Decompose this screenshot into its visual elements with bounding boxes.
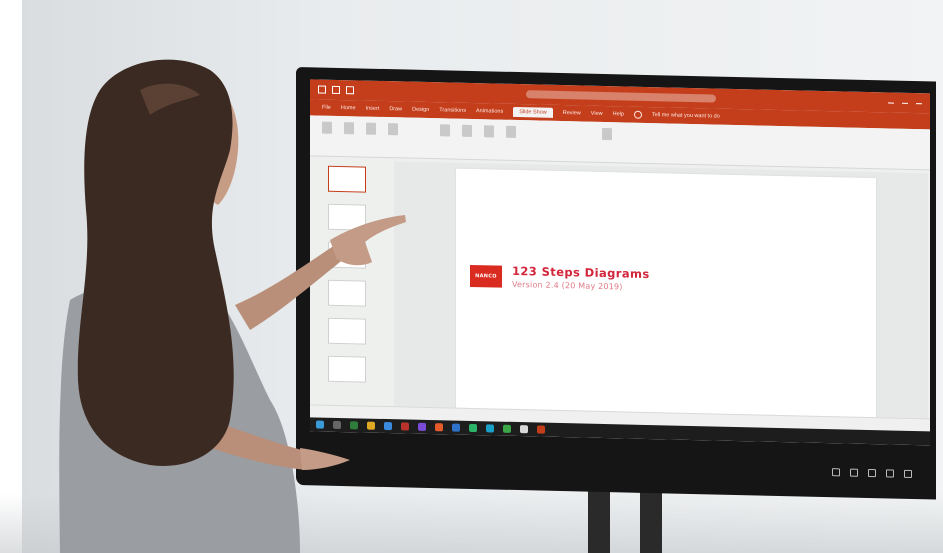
raised-arm <box>235 245 345 330</box>
lower-hand <box>300 448 350 470</box>
presenter-person <box>59 59 406 553</box>
long-hair <box>77 59 234 466</box>
raised-hand <box>330 215 406 266</box>
